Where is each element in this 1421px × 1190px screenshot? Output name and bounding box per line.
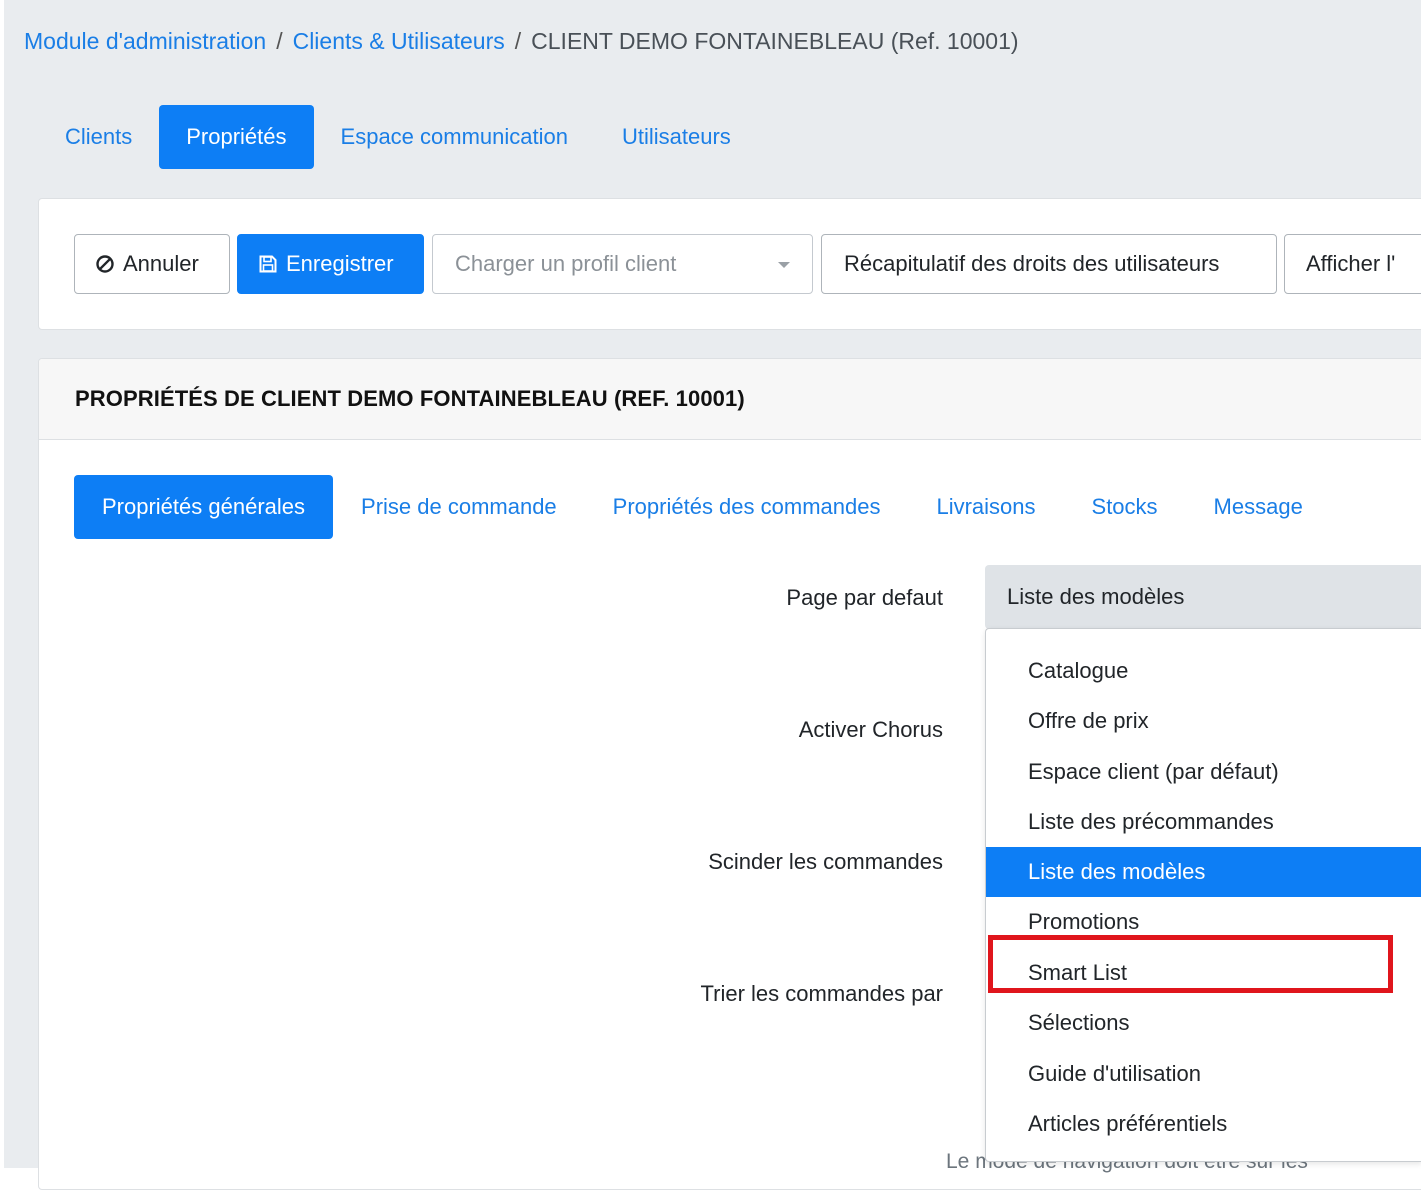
show-button-label: Afficher l'	[1306, 251, 1396, 276]
breadcrumb-separator: /	[514, 28, 522, 54]
tab-proprietes-generales[interactable]: Propriétés générales	[74, 475, 334, 539]
dropdown-option-liste-precommandes[interactable]: Liste des précommandes	[986, 797, 1421, 847]
dropdown-option-espace-client[interactable]: Espace client (par défaut)	[986, 747, 1421, 797]
properties-title: PROPRIÉTÉS DE CLIENT DEMO FONTAINEBLEAU …	[75, 386, 745, 411]
dropdown-option-selections[interactable]: Sélections	[986, 998, 1421, 1048]
properties-sub-tabs: Propriétés générales Prise de commande P…	[74, 475, 1331, 539]
sort-orders-label: Trier les commandes par	[700, 981, 943, 1006]
dropdown-option-catalogue[interactable]: Catalogue	[986, 646, 1421, 696]
default-page-label: Page par defaut	[786, 585, 943, 610]
dropdown-option-liste-modeles[interactable]: Liste des modèles	[986, 847, 1421, 897]
tab-prise-de-commande[interactable]: Prise de commande	[333, 475, 585, 539]
save-button[interactable]: Enregistrer	[237, 234, 424, 294]
ban-icon	[96, 255, 114, 273]
cancel-button-label: Annuler	[123, 251, 199, 276]
save-icon	[259, 255, 277, 273]
caret-down-icon	[778, 262, 790, 268]
client-profile-placeholder: Charger un profil client	[455, 251, 677, 276]
tab-clients[interactable]: Clients	[38, 105, 159, 169]
dropdown-option-articles-preferentiels[interactable]: Articles préférentiels	[986, 1099, 1421, 1149]
chorus-label: Activer Chorus	[798, 717, 943, 742]
save-button-label: Enregistrer	[286, 251, 394, 276]
breadcrumb-link-clients-users[interactable]: Clients & Utilisateurs	[293, 28, 505, 54]
rights-summary-label: Récapitulatif des droits des utilisateur…	[844, 251, 1220, 276]
split-orders-label: Scinder les commandes	[708, 849, 943, 874]
tab-proprietes[interactable]: Propriétés	[159, 105, 314, 169]
cancel-button[interactable]: Annuler	[74, 234, 230, 294]
client-profile-select[interactable]: Charger un profil client	[432, 234, 813, 294]
rights-summary-button[interactable]: Récapitulatif des droits des utilisateur…	[821, 234, 1277, 294]
breadcrumb-current: CLIENT DEMO FONTAINEBLEAU (Ref. 10001)	[531, 28, 1019, 54]
tab-proprietes-des-commandes[interactable]: Propriétés des commandes	[585, 475, 909, 539]
dropdown-option-offre-de-prix[interactable]: Offre de prix	[986, 696, 1421, 746]
default-page-dropdown: Catalogue Offre de prix Espace client (p…	[985, 628, 1421, 1162]
breadcrumb-link-admin[interactable]: Module d'administration	[24, 28, 266, 54]
tab-livraisons[interactable]: Livraisons	[908, 475, 1063, 539]
default-page-select[interactable]: Liste des modèles	[985, 565, 1421, 629]
tab-utilisateurs[interactable]: Utilisateurs	[595, 105, 758, 169]
tab-message[interactable]: Message	[1186, 475, 1331, 539]
breadcrumb: Module d'administration / Clients & Utilis…	[24, 28, 1019, 55]
show-button[interactable]: Afficher l'	[1284, 234, 1421, 294]
toolbar-card: Annuler Enregistrer Charger un profil cl…	[38, 198, 1421, 330]
properties-header: PROPRIÉTÉS DE CLIENT DEMO FONTAINEBLEAU …	[39, 359, 1421, 440]
breadcrumb-separator: /	[276, 28, 283, 54]
dropdown-option-guide-utilisation[interactable]: Guide d'utilisation	[986, 1049, 1421, 1099]
tab-espace-communication[interactable]: Espace communication	[314, 105, 595, 169]
top-tabs: Clients Propriétés Espace communication …	[38, 105, 758, 169]
smart-list-highlight-box	[988, 935, 1393, 993]
tab-stocks[interactable]: Stocks	[1064, 475, 1186, 539]
